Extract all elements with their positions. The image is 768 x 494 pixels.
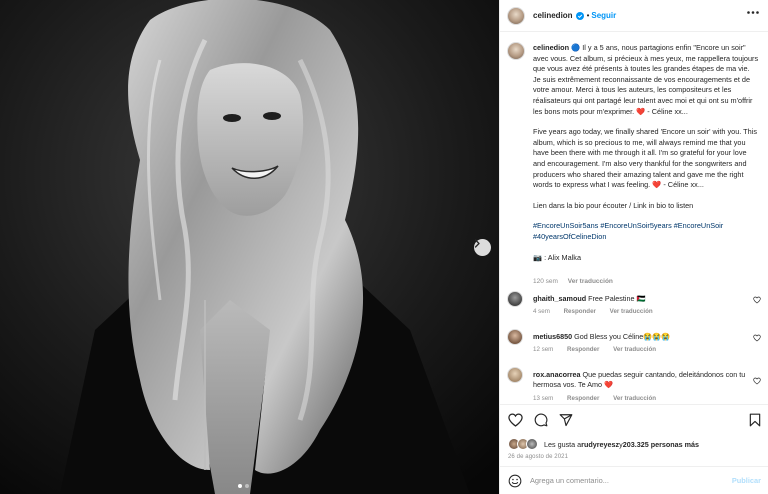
follow-button[interactable]: Seguir: [591, 11, 616, 20]
bookmark-icon: [749, 413, 761, 427]
comment-age: 13 sem: [533, 395, 554, 402]
comment-meta: 4 sem Responder Ver traducción: [533, 308, 665, 315]
caption-paragraph-fr: 🔵 Il y a 5 ans, nous partagions enfin "E…: [533, 43, 759, 116]
comment-body: God Bless you Céline😭😭😭: [574, 332, 671, 341]
caption-age: 120 sem: [533, 278, 558, 285]
caption-text: celinedion 🔵 Il y a 5 ans, nous partagio…: [533, 43, 759, 273]
caption-username[interactable]: celinedion: [533, 43, 569, 52]
caption-hashtags[interactable]: #EncoreUnSoir5ans #EncoreUnSoir5years #E…: [533, 221, 759, 242]
verified-badge-icon: [575, 11, 584, 20]
comment-username[interactable]: metius6850: [533, 332, 572, 341]
comments-scroll-area[interactable]: celinedion 🔵 Il y a 5 ans, nous partagio…: [500, 33, 768, 404]
caption-author-avatar[interactable]: [507, 42, 525, 60]
post-photo[interactable]: [0, 0, 499, 494]
carousel-dot-active: [238, 484, 242, 488]
author-username[interactable]: celinedion: [533, 11, 573, 20]
post-actions: Les gusta a rudyreyesz y 203.325 persona…: [500, 404, 768, 466]
comment-meta: 12 sem Responder Ver traducción: [533, 346, 668, 353]
next-photo-button[interactable]: [474, 239, 491, 256]
comment-avatar[interactable]: [507, 291, 523, 307]
likes-count[interactable]: 203.325 personas más: [623, 440, 699, 449]
emoji-icon[interactable]: [508, 474, 522, 488]
photo-credit: 📷 : Alix Malka: [533, 252, 582, 262]
reply-button[interactable]: Responder: [567, 395, 599, 402]
save-bookmark-button[interactable]: [749, 413, 761, 427]
share-paper-plane-icon[interactable]: [559, 413, 573, 427]
post-header: celinedion • Seguir: [500, 0, 768, 32]
comment-bubble-icon[interactable]: [534, 413, 548, 427]
likes-prefix: Les gusta a: [544, 439, 582, 449]
action-icons: [508, 413, 573, 427]
likes-user[interactable]: rudyreyesz: [581, 440, 619, 449]
reply-button[interactable]: Responder: [564, 308, 596, 315]
like-heart-icon[interactable]: [508, 413, 523, 427]
liker-avatar[interactable]: [526, 438, 538, 450]
see-translation-button[interactable]: Ver traducción: [610, 308, 653, 315]
chevron-right-icon: [474, 239, 480, 248]
comment-age: 12 sem: [533, 346, 554, 353]
comment-avatar[interactable]: [507, 329, 523, 345]
carousel-indicator: [238, 484, 249, 488]
comment-text: rox.anacorrea Que puedas seguir cantando…: [533, 370, 747, 390]
comment-text: metius6850 God Bless you Céline😭😭😭: [533, 332, 747, 342]
comment-username[interactable]: rox.anacorrea: [533, 370, 581, 379]
portrait-image: [0, 0, 499, 494]
see-translation-button[interactable]: Ver traducción: [613, 346, 656, 353]
add-comment-bar: Publicar: [500, 466, 768, 494]
comment-age: 4 sem: [533, 308, 550, 315]
author-avatar[interactable]: [507, 6, 525, 25]
reply-button[interactable]: Responder: [567, 346, 599, 353]
liker-avatars: [508, 438, 538, 450]
comment-avatar[interactable]: [507, 367, 523, 383]
caption-meta: 120 sem Ver traducción: [533, 278, 613, 285]
post-sidebar: celinedion • Seguir celinedion 🔵 Il y a …: [499, 0, 768, 494]
comment-like-heart-icon[interactable]: [753, 377, 761, 385]
carousel-dot: [245, 484, 249, 488]
separator-dot: •: [586, 11, 590, 20]
comment-text: ghaith_samoud Free Palestine 🇵🇸: [533, 294, 747, 304]
publish-button[interactable]: Publicar: [732, 476, 761, 485]
comment-username[interactable]: ghaith_samoud: [533, 294, 586, 303]
caption-paragraph-en: Five years ago today, we finally shared …: [533, 127, 757, 190]
comment-like-heart-icon[interactable]: [753, 296, 761, 304]
comment-meta: 13 sem Responder Ver traducción: [533, 395, 668, 402]
comment-input[interactable]: [530, 476, 732, 485]
see-translation-button[interactable]: Ver traducción: [613, 395, 656, 402]
comment-body: Free Palestine 🇵🇸: [588, 294, 646, 303]
caption-link-line: Lien dans la bio pour écouter / Link in …: [533, 200, 694, 210]
comment-like-heart-icon[interactable]: [753, 334, 761, 342]
caption-see-translation[interactable]: Ver traducción: [568, 278, 613, 285]
more-options-icon[interactable]: [747, 11, 759, 14]
likes-summary: Les gusta a rudyreyesz y 203.325 persona…: [508, 438, 699, 450]
post-date[interactable]: 26 de agosto de 2021: [508, 454, 568, 460]
